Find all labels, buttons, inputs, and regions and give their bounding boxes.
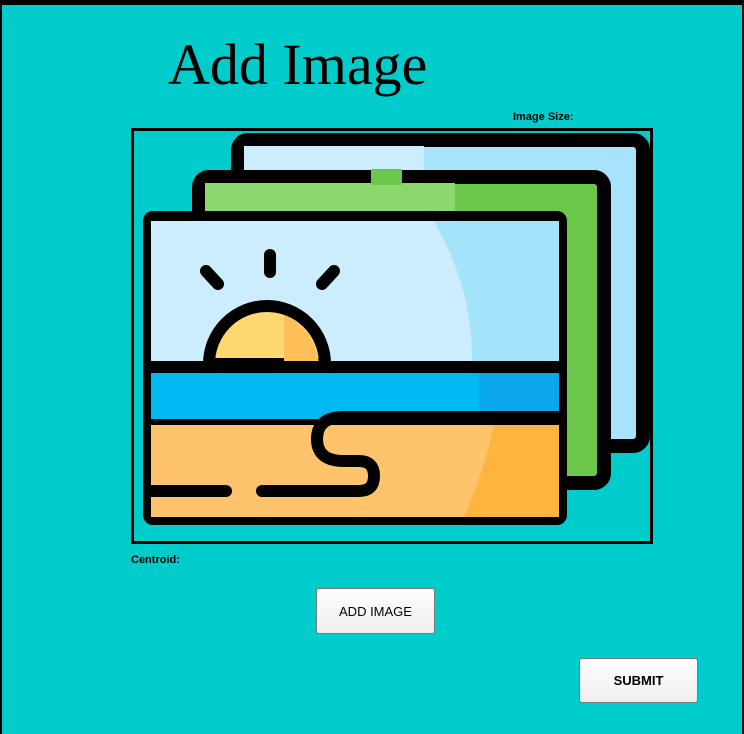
window-left-border	[0, 0, 2, 734]
add-image-button[interactable]: ADD IMAGE	[316, 588, 435, 634]
gallery-placeholder-icon	[143, 133, 650, 525]
image-size-label: Image Size:	[513, 111, 574, 123]
window-top-border	[0, 0, 744, 5]
submit-button[interactable]: SUBMIT	[579, 658, 698, 703]
centroid-label: Centroid:	[131, 554, 180, 566]
front-card	[143, 211, 567, 525]
image-preview-frame	[131, 128, 653, 544]
page-title: Add Image	[168, 32, 428, 97]
